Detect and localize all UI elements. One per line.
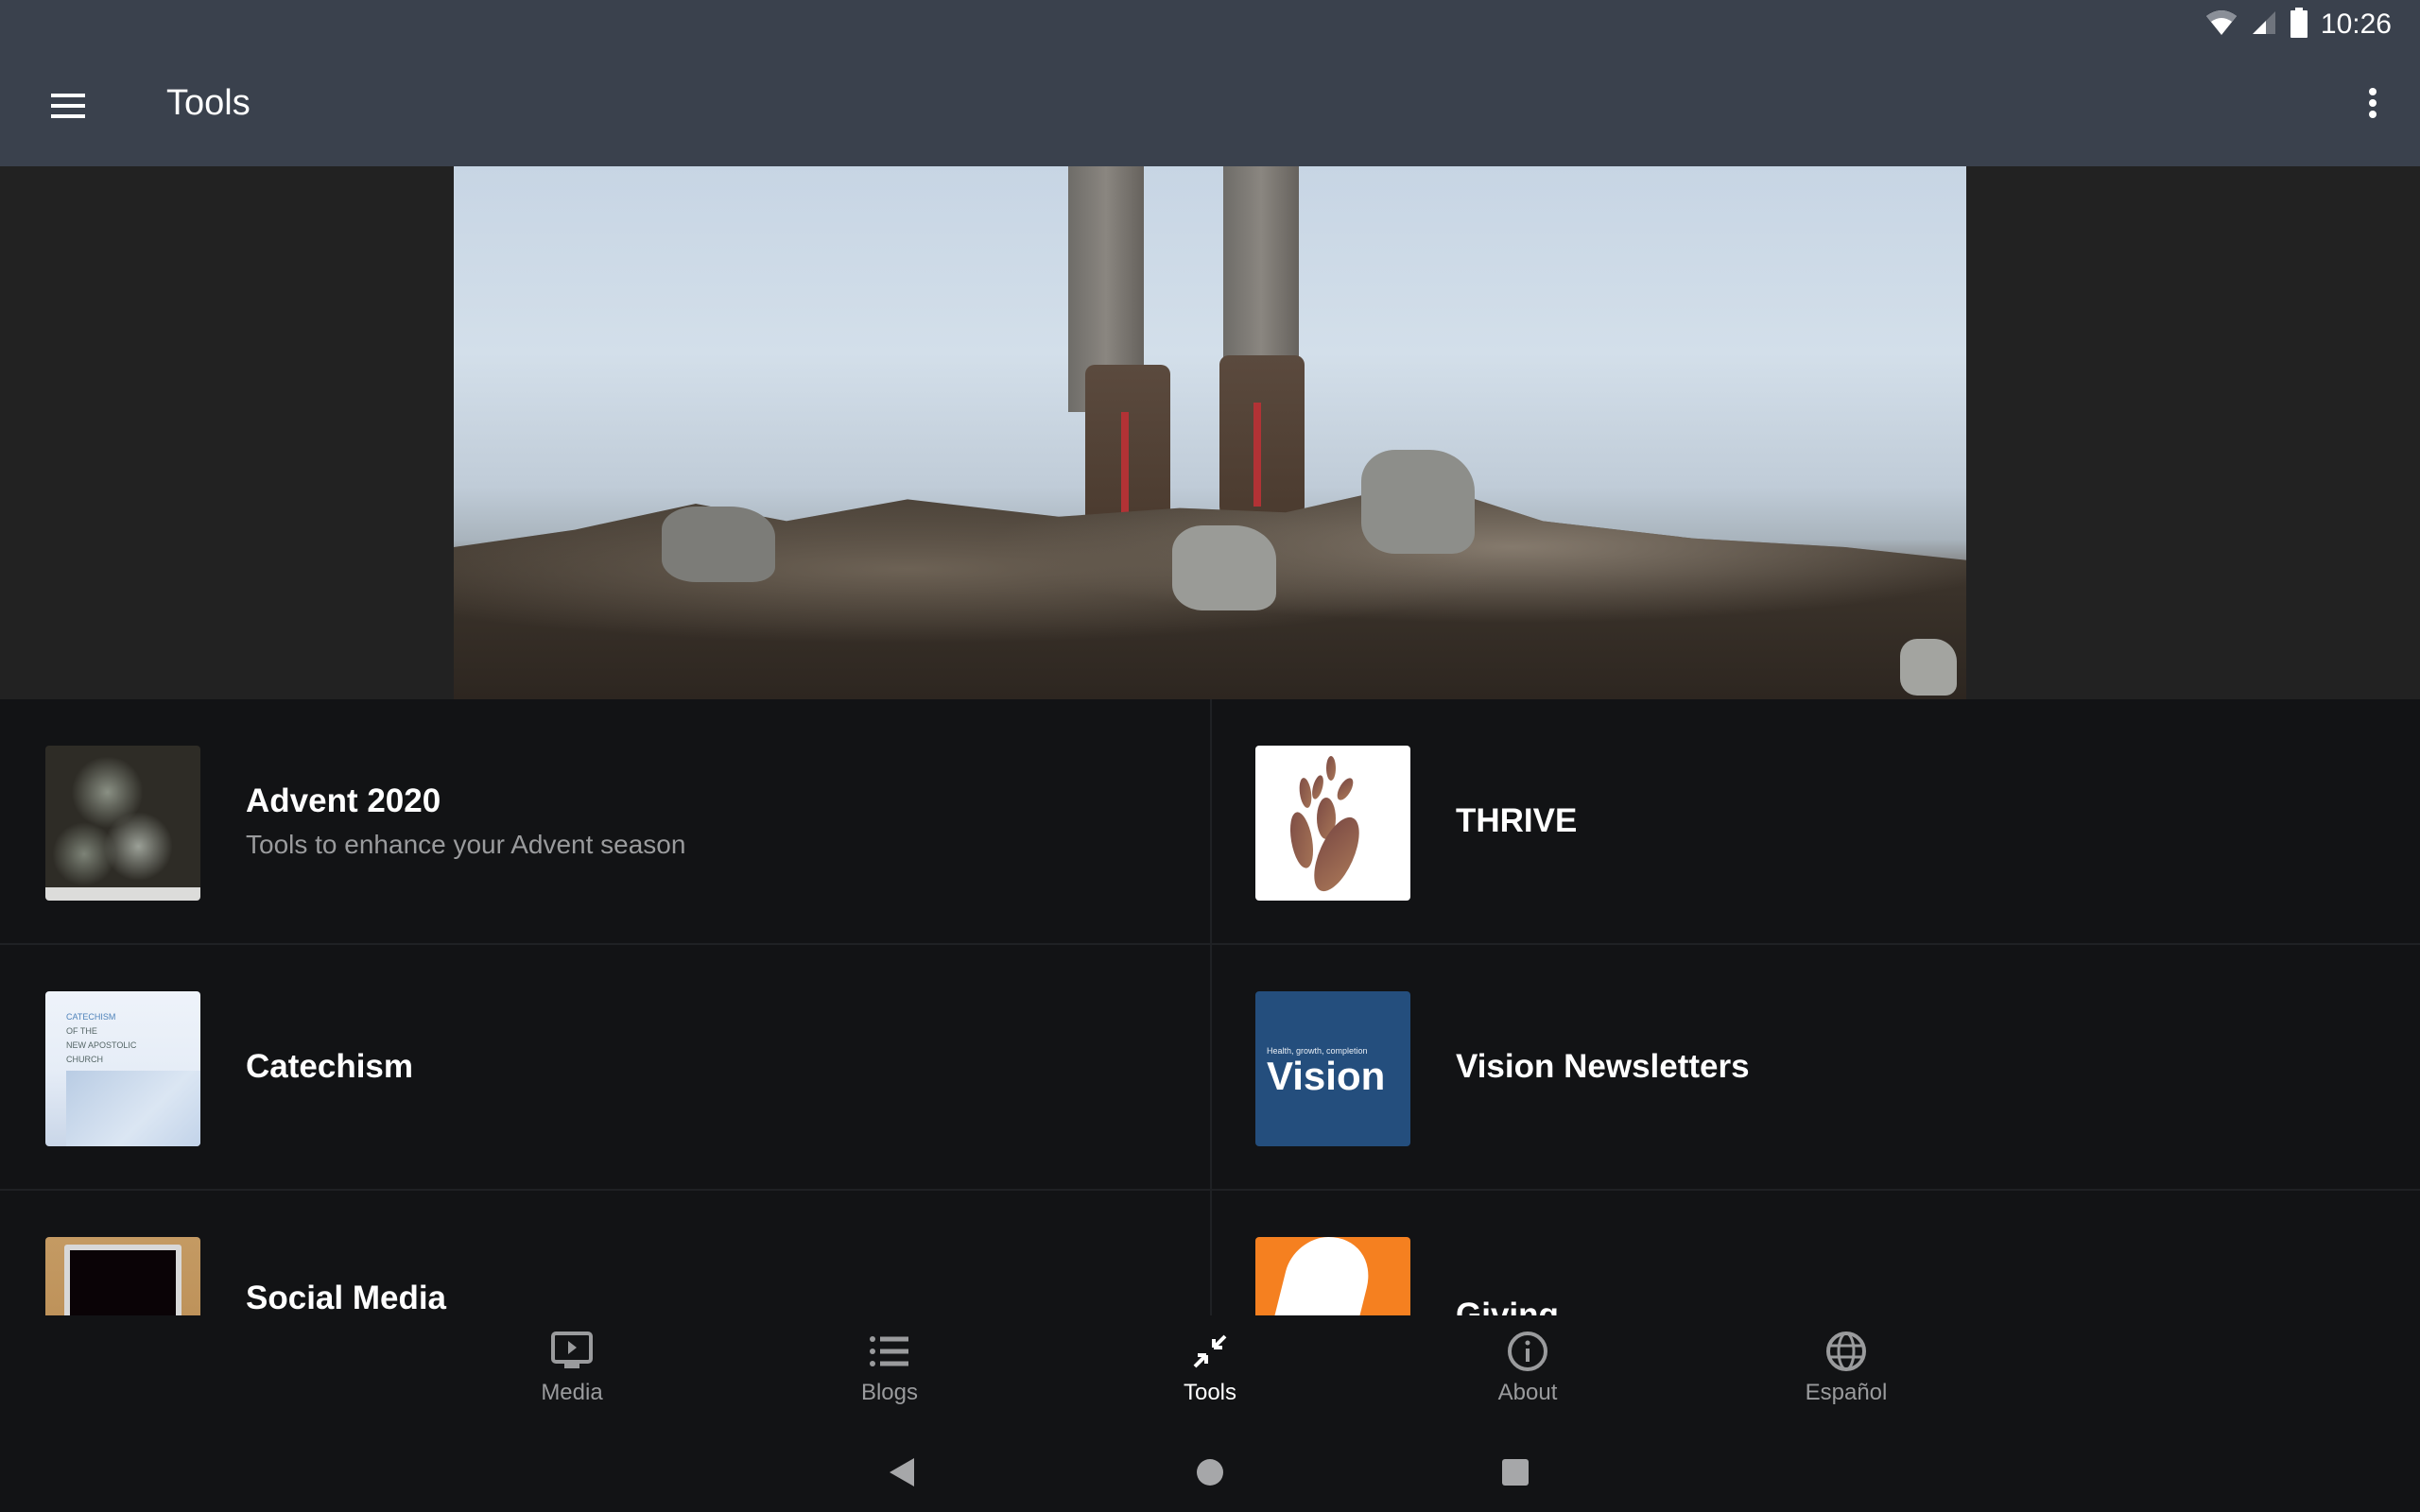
nav-tab-tools[interactable]: Tools (1115, 1329, 1305, 1423)
battery-icon (2290, 7, 2308, 43)
status-time: 10:26 (2320, 9, 2392, 40)
hero-rock (662, 507, 775, 582)
hero-image (454, 166, 1966, 699)
item-subtitle: Tools to enhance your Advent season (246, 830, 686, 859)
thrive-thumbnail (1255, 746, 1410, 901)
item-title: Vision Newsletters (1456, 1048, 1750, 1085)
item-title: Giving (1456, 1297, 1559, 1315)
more-vert-icon (2368, 87, 2377, 126)
overflow-menu-button[interactable] (2346, 76, 2399, 136)
hand-graphic (1255, 1237, 1380, 1315)
item-title: Catechism (246, 1048, 414, 1085)
back-button[interactable] (873, 1446, 930, 1503)
list-item-catechism[interactable]: CATECHISM OF THE NEW APOSTOLIC CHURCH Ca… (0, 945, 1210, 1189)
tools-list: Advent 2020 Tools to enhance your Advent… (0, 699, 2420, 1315)
hero-rock (1172, 525, 1276, 610)
globe-icon (1824, 1329, 1869, 1374)
list-item-social-media[interactable]: Social Media (0, 1191, 1210, 1315)
advent-thumbnail (45, 746, 200, 901)
status-bar: 10:26 (2205, 6, 2392, 43)
vision-thumbnail: Health, growth, completion Vision (1255, 991, 1410, 1146)
bottom-navigation: Media Blogs Tools About Español (0, 1315, 2420, 1429)
list-item-vision-newsletters[interactable]: Health, growth, completion Vision Vision… (1212, 945, 2420, 1189)
hamburger-menu-icon (51, 93, 85, 124)
tools-compress-arrows-icon (1187, 1329, 1233, 1374)
menu-button[interactable] (38, 77, 98, 138)
system-navigation-bar (0, 1429, 2420, 1512)
item-title: Advent 2020 (246, 782, 441, 819)
list-icon (867, 1329, 912, 1374)
home-button[interactable] (1182, 1446, 1238, 1503)
nav-tab-espanol[interactable]: Español (1752, 1329, 1941, 1423)
media-screen-icon (549, 1329, 595, 1374)
column-divider (1210, 699, 1212, 1315)
list-item-giving[interactable]: Giving (1212, 1191, 2420, 1315)
hero-boot-right (1219, 355, 1305, 525)
list-item-advent[interactable]: Advent 2020 Tools to enhance your Advent… (0, 699, 1210, 943)
hero-banner (0, 166, 2420, 699)
page-title: Tools (166, 83, 251, 123)
social-media-thumbnail (45, 1237, 200, 1315)
wifi-icon (2205, 9, 2238, 40)
catechism-thumbnail: CATECHISM OF THE NEW APOSTOLIC CHURCH (45, 991, 200, 1146)
home-circle-icon (1196, 1458, 1224, 1491)
thrive-leaf-icon (1289, 756, 1359, 892)
nav-tab-about[interactable]: About (1433, 1329, 1622, 1423)
hero-rock (1361, 450, 1475, 554)
hero-boot-stripe (1121, 412, 1129, 516)
back-triangle-icon (888, 1457, 916, 1492)
item-title: THRIVE (1456, 802, 1578, 839)
recents-square-icon (1501, 1458, 1530, 1491)
app-bar: 10:26 Tools (0, 0, 2420, 166)
catechism-cover-text: CATECHISM OF THE NEW APOSTOLIC CHURCH (66, 1012, 137, 1064)
recents-button[interactable] (1487, 1446, 1544, 1503)
item-title: Social Media (246, 1280, 447, 1315)
catechism-cover-graphic (66, 1071, 200, 1146)
nav-tab-blogs[interactable]: Blogs (795, 1329, 984, 1423)
hero-rock (1900, 639, 1957, 696)
giving-thumbnail (1255, 1237, 1410, 1315)
nav-tab-media[interactable]: Media (477, 1329, 666, 1423)
hero-boot-stripe (1253, 403, 1261, 507)
info-icon (1505, 1329, 1550, 1374)
list-item-thrive[interactable]: THRIVE (1212, 699, 2420, 943)
cell-signal-icon (2251, 9, 2277, 41)
